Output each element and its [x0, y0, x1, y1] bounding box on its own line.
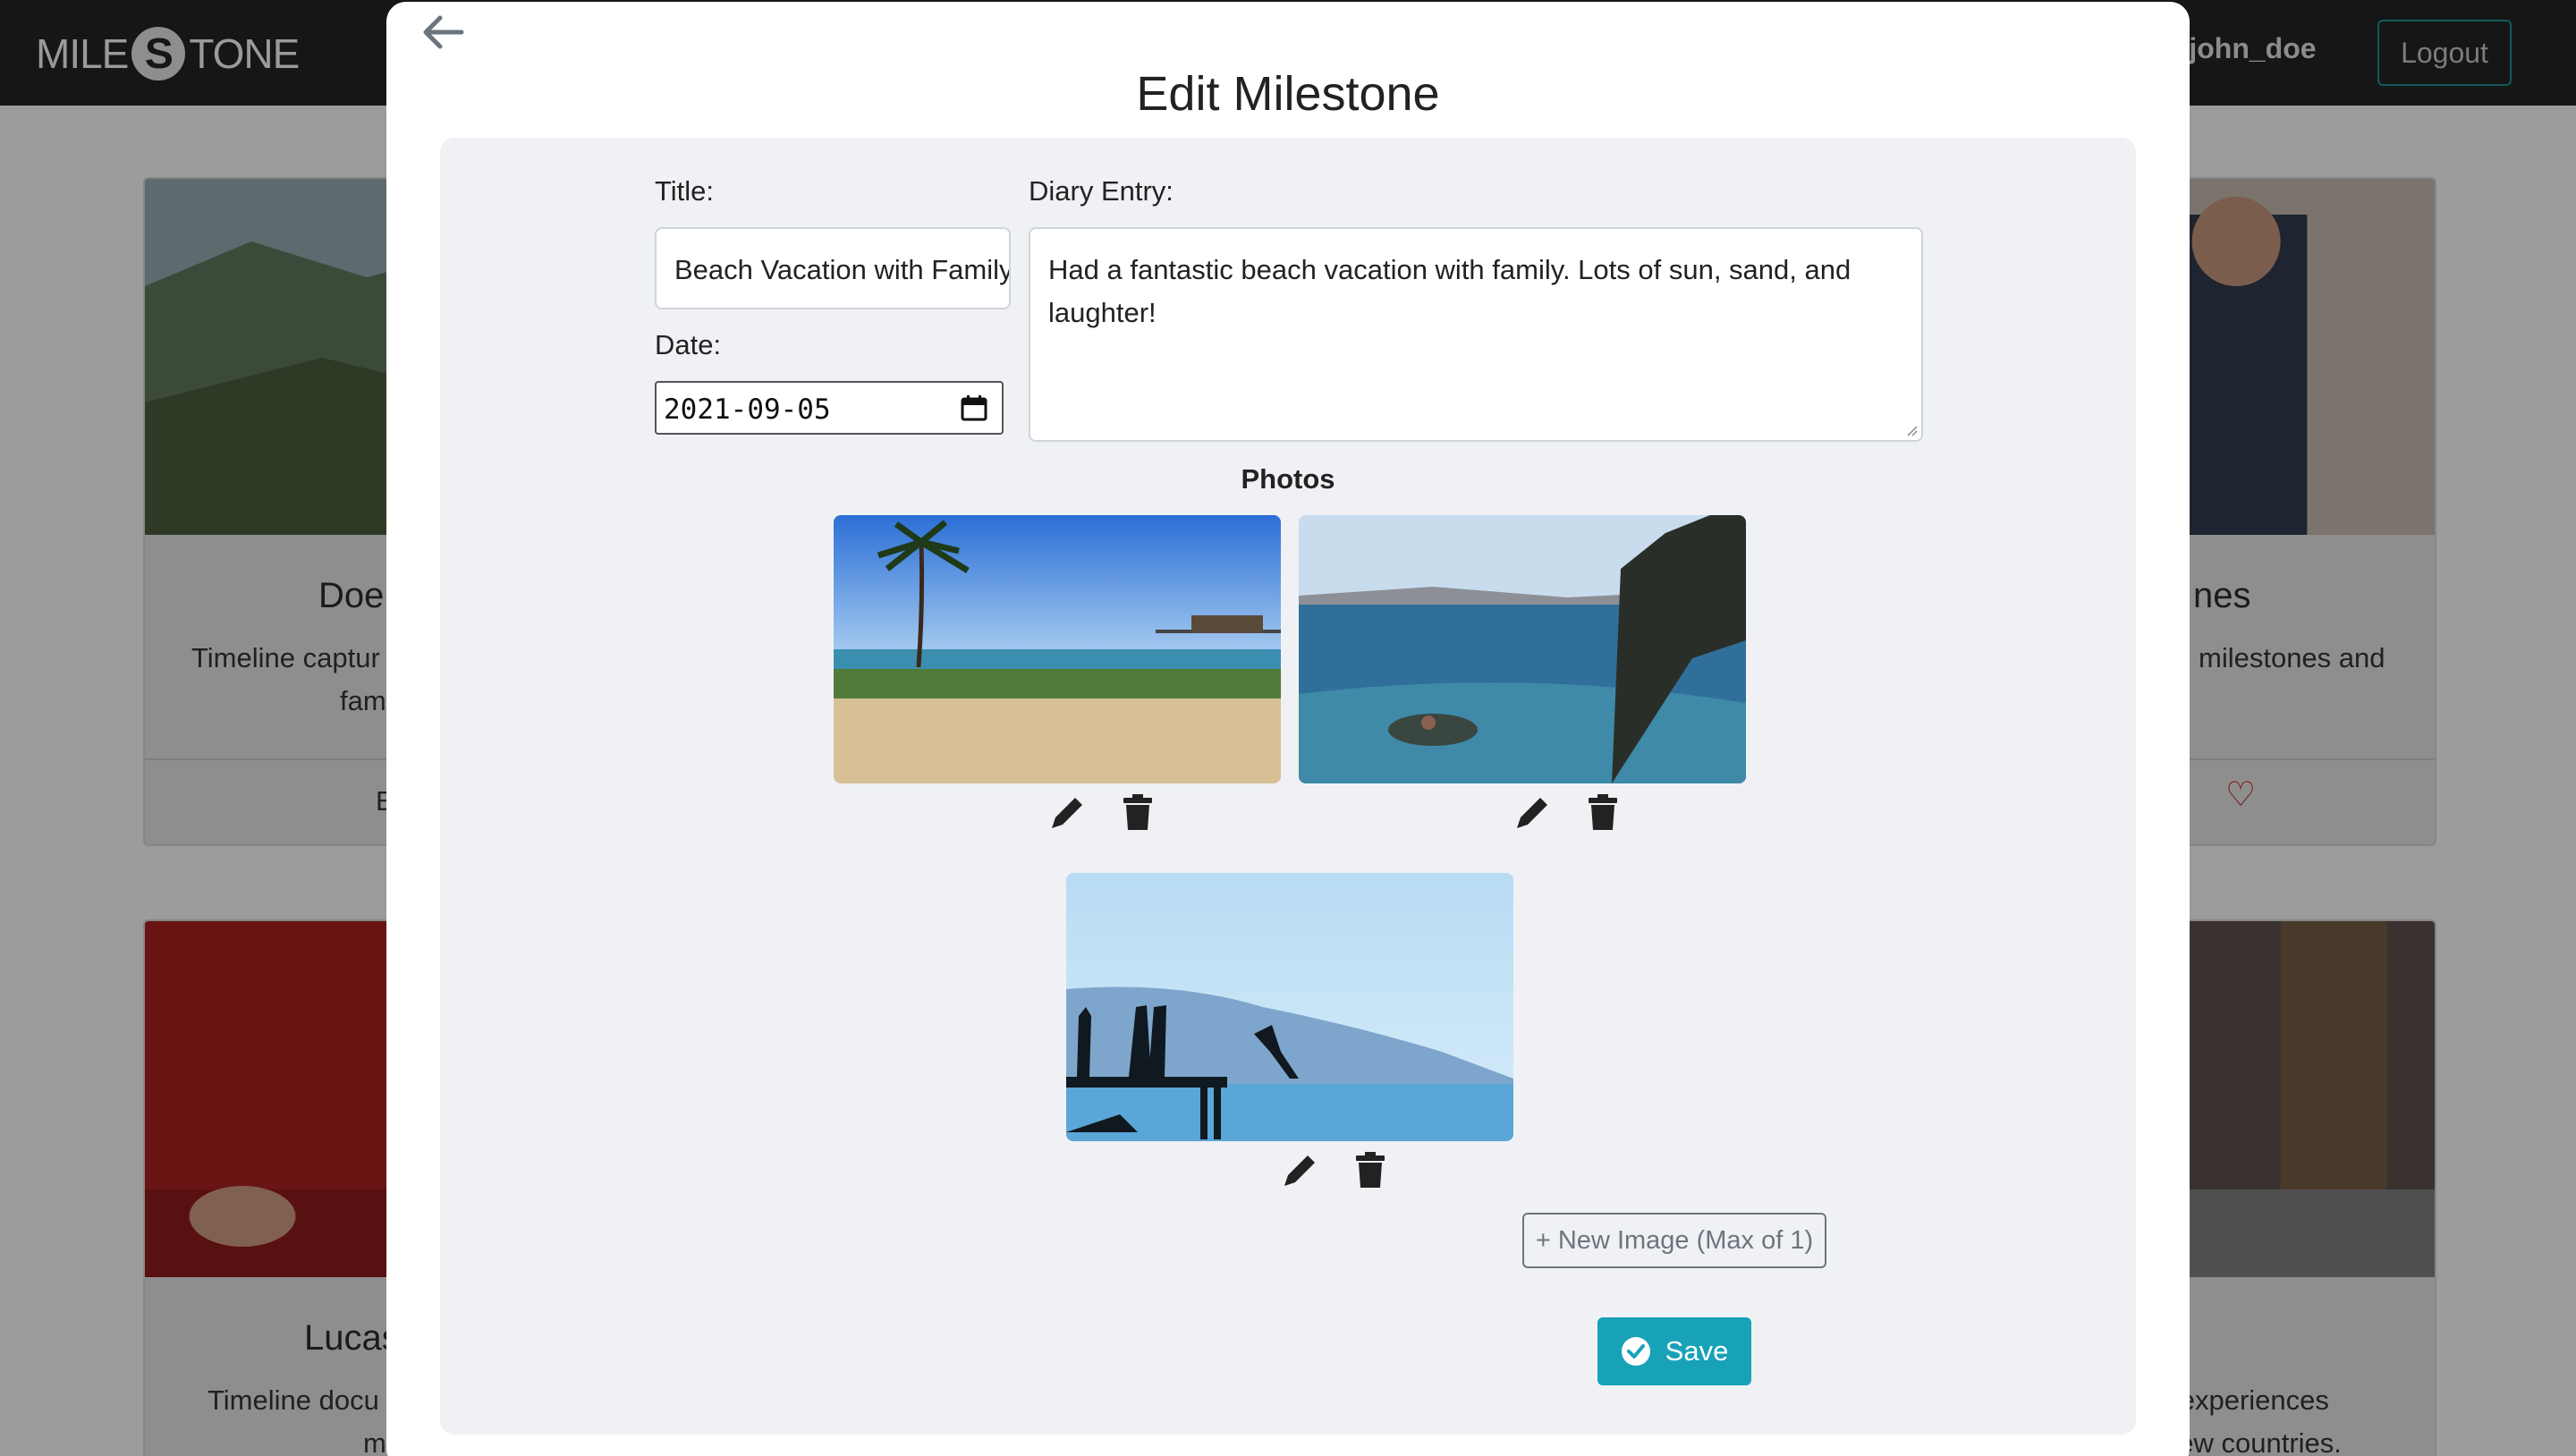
card-description: milestones and [2199, 642, 2385, 673]
photo-thumbnail-3[interactable] [1066, 873, 1513, 1141]
trash-icon[interactable] [1583, 792, 1623, 832]
calendar-icon[interactable] [961, 394, 987, 421]
save-label: Save [1665, 1335, 1729, 1367]
trash-icon[interactable] [1118, 792, 1157, 832]
title-input[interactable]: Beach Vacation with Family [655, 227, 1011, 309]
logout-button[interactable]: Logout [2377, 20, 2512, 86]
edit-milestone-modal: Edit Milestone Title: Beach Vacation wit… [386, 2, 2190, 1456]
date-value: 2021-09-05 [664, 394, 831, 426]
card-description-2: fam [340, 685, 386, 716]
pier-silhouette-photo [1066, 873, 1513, 1141]
photo-thumbnail-2[interactable] [1299, 515, 1746, 783]
modal-title: Edit Milestone [1136, 67, 1440, 121]
diary-textarea[interactable]: Had a fantastic beach vacation with fami… [1029, 227, 1923, 442]
date-input[interactable]: 2021-09-05 [655, 381, 1004, 435]
resize-handle[interactable] [1905, 424, 1918, 436]
arrow-left-icon[interactable] [420, 13, 465, 52]
card-title: Doe [318, 576, 385, 615]
card-title: Lucas [304, 1318, 400, 1358]
app-logo[interactable]: MILE S TONE [36, 25, 300, 82]
photos-heading: Photos [1241, 463, 1335, 495]
pencil-icon[interactable] [1048, 792, 1088, 832]
diary-label: Diary Entry: [1029, 175, 1174, 207]
photo-thumbnail-1[interactable] [834, 515, 1281, 783]
card-description: Timeline captur [191, 642, 380, 673]
diary-text: Had a fantastic beach vacation with fami… [1048, 254, 1852, 328]
form-panel: Title: Beach Vacation with Family Date: … [440, 138, 2136, 1435]
logo-text-right: TONE [189, 30, 300, 77]
card-description: Timeline docu [208, 1384, 379, 1416]
pencil-icon[interactable] [1513, 792, 1553, 832]
card-title: nes [2193, 576, 2251, 615]
title-label: Title: [655, 175, 715, 207]
check-circle-icon [1621, 1337, 1650, 1366]
pencil-icon[interactable] [1281, 1150, 1320, 1189]
heart-icon[interactable]: ♡ [2225, 775, 2256, 815]
card-description-2: m [363, 1427, 386, 1456]
logo-mark: S [131, 27, 186, 80]
logo-text-left: MILE [36, 30, 129, 77]
beach-photo [834, 515, 1281, 783]
trash-icon[interactable] [1351, 1150, 1390, 1189]
new-image-button[interactable]: + New Image (Max of 1) [1522, 1213, 1826, 1268]
save-button[interactable]: Save [1597, 1317, 1751, 1385]
sea-photo [1299, 515, 1746, 783]
date-label: Date: [655, 329, 722, 360]
